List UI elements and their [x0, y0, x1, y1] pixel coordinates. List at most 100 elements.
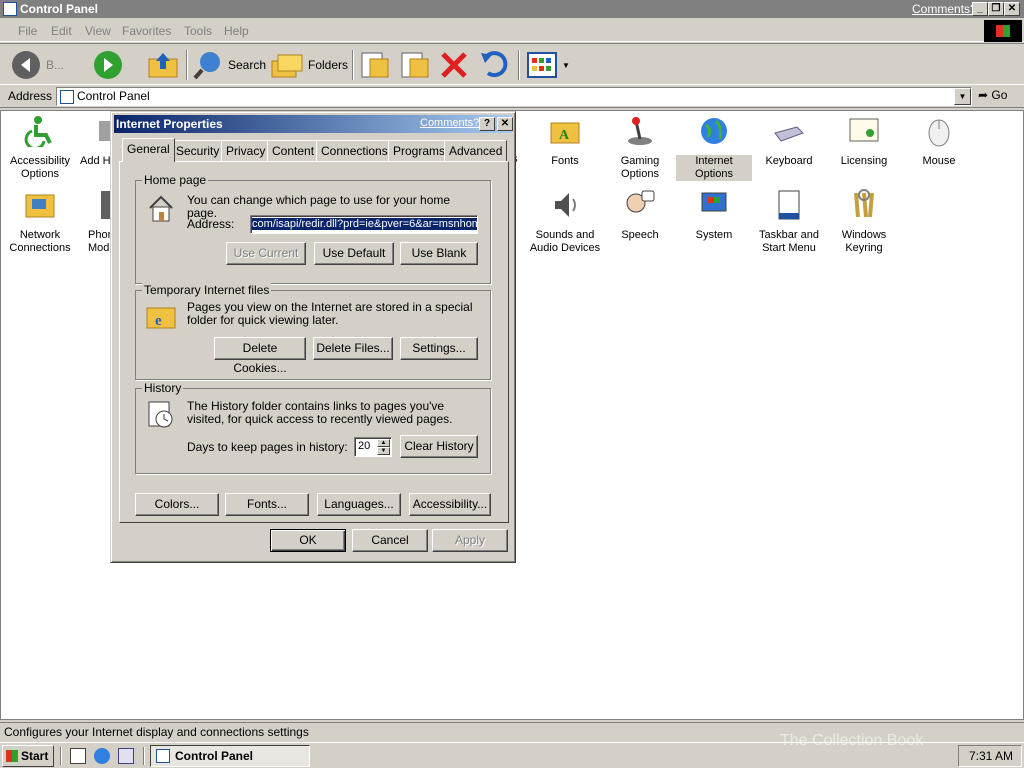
menu-edit[interactable]: Edit	[51, 24, 72, 38]
address-dropdown-icon[interactable]: ▼	[954, 88, 971, 105]
accessibility-button[interactable]: Accessibility...	[409, 493, 491, 516]
languages-button[interactable]: Languages...	[317, 493, 401, 516]
keyboard-item[interactable]: Keyboard	[751, 115, 827, 168]
spin-up-icon[interactable]: ▲	[377, 439, 390, 447]
item-label: Add H	[80, 155, 111, 167]
menu-help[interactable]: Help	[224, 24, 249, 38]
system-item[interactable]: System	[676, 189, 752, 242]
ok-button[interactable]: OK	[270, 529, 346, 552]
close-button[interactable]: ✕	[1004, 2, 1020, 16]
windows-logo-icon	[984, 20, 1022, 42]
go-button[interactable]: ➦ Go	[978, 88, 1007, 102]
task-control-panel[interactable]: Control Panel	[150, 745, 310, 767]
views-button[interactable]: ▼	[526, 48, 570, 82]
speech-item[interactable]: Speech	[602, 189, 678, 242]
dialog-close-button[interactable]: ✕	[497, 117, 513, 131]
menu-file[interactable]: File	[18, 24, 37, 38]
views-dropdown-icon[interactable]: ▼	[562, 61, 570, 70]
licensing-item[interactable]: Licensing	[826, 115, 902, 168]
help-button[interactable]: ?	[479, 117, 495, 131]
start-button[interactable]: Start	[2, 745, 54, 767]
delete-x-icon	[441, 52, 467, 78]
use-current-button[interactable]: Use Current	[226, 242, 306, 265]
window-title-bar[interactable]: Control Panel Comments? _ ❒ ✕	[0, 0, 1024, 18]
item-label: System	[695, 229, 733, 241]
accessibility-options-item[interactable]: Accessibility Options	[2, 115, 78, 181]
item-label: Windows Keyring	[841, 229, 887, 254]
mouse-item[interactable]: Mouse	[901, 115, 977, 168]
fonts-item[interactable]: A Fonts	[527, 115, 603, 168]
move-to-button[interactable]	[358, 48, 392, 82]
days-spinbox[interactable]: 20 ▲ ▼	[354, 437, 392, 457]
restore-button[interactable]: ❒	[988, 2, 1004, 16]
forward-button[interactable]	[92, 48, 126, 82]
phone-modem-item[interactable]: Phon Mod	[77, 189, 111, 255]
windows-flag-icon	[6, 750, 18, 762]
use-default-button[interactable]: Use Default	[314, 242, 394, 265]
copy-to-button[interactable]	[398, 48, 432, 82]
menu-view[interactable]: View	[85, 24, 111, 38]
tab-programs[interactable]: Programs	[388, 140, 451, 161]
up-folder-button[interactable]	[146, 48, 180, 82]
taskbar-icon	[778, 190, 800, 220]
home-address-value: com/isapi/redir.dll?prd=ie&pver=6&ar=msn…	[252, 218, 477, 230]
comments-link[interactable]: Comments?	[912, 2, 977, 16]
dialog-comments-link[interactable]: Comments?	[420, 117, 479, 129]
delete-files-button[interactable]: Delete Files...	[313, 337, 393, 360]
explorer-icon[interactable]	[118, 748, 134, 764]
clock[interactable]: 7:31 AM	[969, 749, 1013, 763]
days-label: Days to keep pages in history:	[187, 440, 348, 454]
add-hardware-item[interactable]: Add H	[77, 115, 111, 168]
toolbar-separator	[186, 50, 188, 80]
address-value: Control Panel	[77, 89, 150, 103]
keyboard-icon	[774, 126, 804, 142]
undo-button[interactable]	[478, 48, 512, 82]
search-button[interactable]: Search	[192, 48, 266, 82]
fonts-button[interactable]: Fonts...	[225, 493, 309, 516]
gaming-options-item[interactable]: Gaming Options	[602, 115, 678, 181]
tab-security[interactable]: Security	[171, 140, 225, 161]
add-hardware-icon	[99, 121, 111, 141]
temp-files-group-title: Temporary Internet files	[142, 283, 272, 297]
internet-options-item[interactable]: Internet Options	[676, 115, 752, 181]
show-desktop-icon[interactable]	[70, 748, 86, 764]
internet-explorer-icon[interactable]	[94, 748, 110, 764]
menu-bar: File Edit View Favorites Tools Help	[0, 20, 1024, 42]
delete-button[interactable]	[438, 48, 470, 82]
undo-icon	[481, 51, 508, 78]
watermark: The Collection Book	[780, 732, 924, 749]
sounds-audio-item[interactable]: Sounds and Audio Devices	[527, 189, 603, 255]
svg-text:e: e	[155, 313, 162, 329]
history-icon	[148, 401, 173, 428]
cancel-button[interactable]: Cancel	[352, 529, 428, 552]
settings-button[interactable]: Settings...	[400, 337, 478, 360]
network-connections-item[interactable]: Network Connections	[2, 189, 78, 255]
back-button[interactable]: B...	[10, 48, 64, 82]
tab-general[interactable]: General	[122, 138, 175, 162]
taskbar-start-menu-item[interactable]: Taskbar and Start Menu	[751, 189, 827, 255]
tab-advanced[interactable]: Advanced	[444, 140, 508, 161]
control-panel-icon	[3, 2, 17, 16]
back-label: B...	[46, 58, 65, 72]
clear-history-button[interactable]: Clear History	[400, 435, 478, 458]
move-to-icon	[361, 52, 389, 78]
mouse-icon	[928, 119, 950, 147]
spin-down-icon[interactable]: ▼	[377, 447, 390, 455]
tab-content[interactable]: Content	[267, 140, 320, 161]
control-panel-small-icon	[60, 90, 74, 104]
tab-privacy[interactable]: Privacy	[221, 140, 271, 161]
use-blank-button[interactable]: Use Blank	[400, 242, 478, 265]
folders-button[interactable]: Folders	[270, 48, 348, 82]
apply-button[interactable]: Apply	[432, 529, 508, 552]
go-arrow-icon: ➦	[978, 88, 989, 102]
delete-cookies-button[interactable]: Delete Cookies...	[214, 337, 306, 375]
colors-button[interactable]: Colors...	[135, 493, 219, 516]
menu-tools[interactable]: Tools	[184, 24, 212, 38]
dialog-title-bar[interactable]: Internet Properties Comments? ? ✕	[114, 115, 513, 133]
minimize-button[interactable]: _	[972, 2, 988, 16]
tab-connections[interactable]: Connections	[316, 140, 393, 161]
windows-keyring-item[interactable]: Windows Keyring	[826, 189, 902, 255]
address-input[interactable]: Control Panel	[56, 87, 972, 106]
home-address-input[interactable]: com/isapi/redir.dll?prd=ie&pver=6&ar=msn…	[250, 215, 478, 234]
menu-favorites[interactable]: Favorites	[122, 24, 171, 38]
